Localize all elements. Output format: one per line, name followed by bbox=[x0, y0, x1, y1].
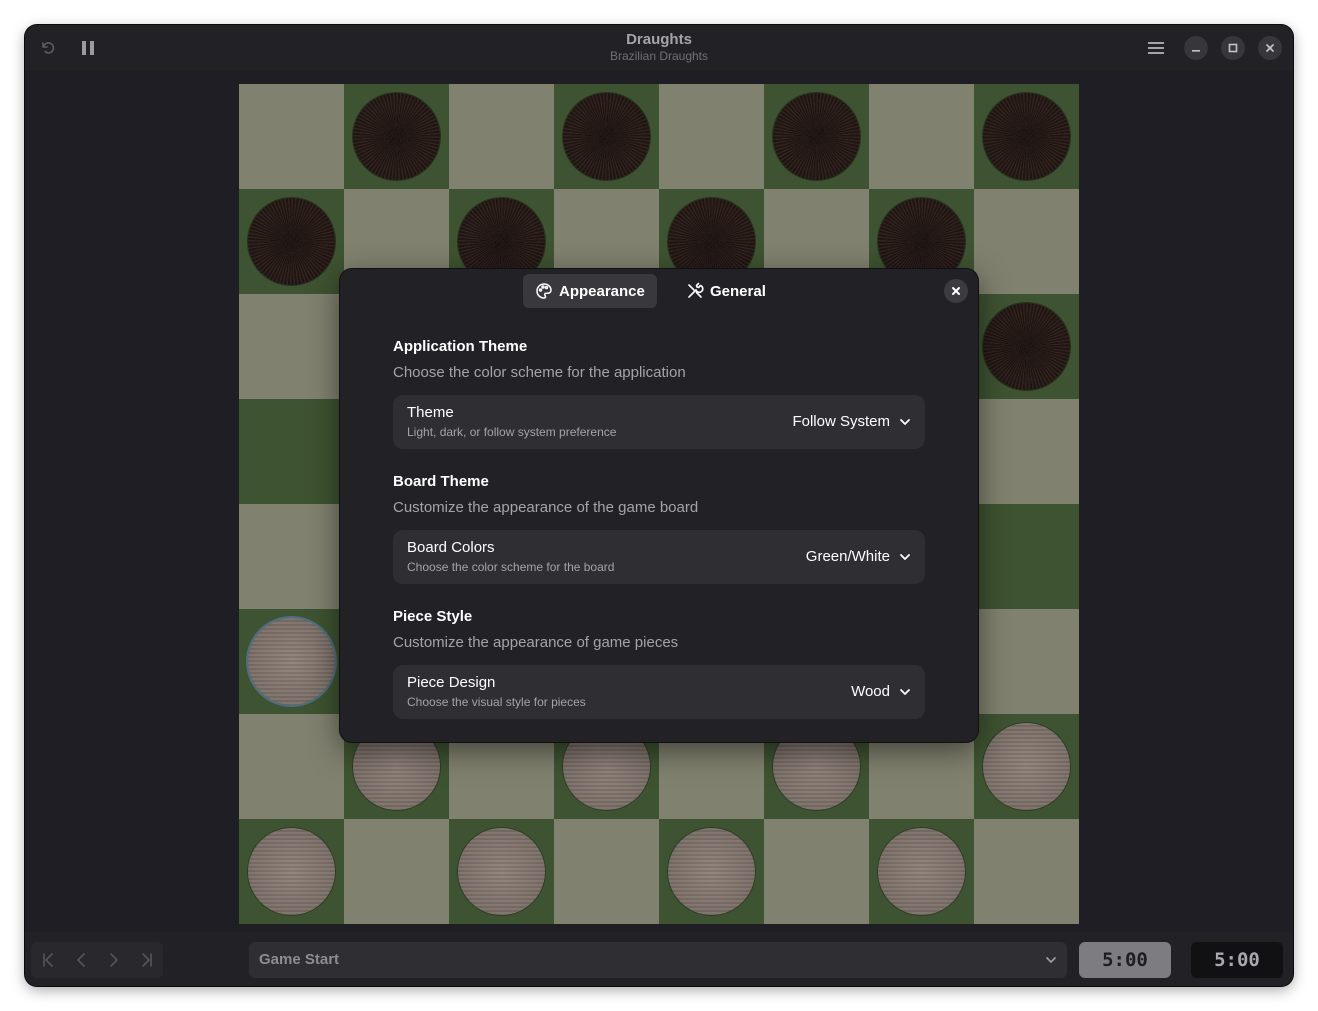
board-square[interactable] bbox=[659, 84, 764, 189]
chevron-down-icon bbox=[900, 689, 910, 695]
board-square[interactable] bbox=[239, 714, 344, 819]
section-title-board-theme: Board Theme bbox=[393, 473, 489, 490]
theme-row[interactable]: Theme Light, dark, or follow system pref… bbox=[393, 395, 925, 449]
selected-light-piece[interactable] bbox=[248, 618, 335, 705]
tab-general-label: General bbox=[710, 282, 766, 300]
hamburger-menu-icon[interactable] bbox=[1146, 38, 1166, 58]
board-square[interactable] bbox=[869, 84, 974, 189]
section-title-piece-style: Piece Style bbox=[393, 608, 473, 625]
player-clock-active: 5:00 bbox=[1079, 942, 1171, 978]
minimize-button[interactable] bbox=[1184, 36, 1208, 60]
go-first-icon bbox=[42, 953, 53, 967]
dark-piece[interactable] bbox=[983, 93, 1070, 180]
preferences-dialog: Appearance General Application Theme Cho… bbox=[340, 269, 978, 742]
section-desc-board-theme: Customize the appearance of the game boa… bbox=[393, 499, 699, 516]
board-square[interactable] bbox=[974, 819, 1079, 924]
board-square[interactable] bbox=[974, 504, 1079, 609]
maximize-button[interactable] bbox=[1221, 36, 1245, 60]
header-bar: Draughts Brazilian Draughts bbox=[25, 25, 1293, 71]
go-last-icon bbox=[141, 953, 152, 967]
theme-row-subtitle: Light, dark, or follow system preference bbox=[407, 425, 617, 439]
window-title: Draughts bbox=[626, 31, 692, 48]
dark-piece[interactable] bbox=[353, 93, 440, 180]
board-square[interactable] bbox=[764, 84, 869, 189]
piece-design-row[interactable]: Piece Design Choose the visual style for… bbox=[393, 665, 925, 719]
dark-piece[interactable] bbox=[773, 93, 860, 180]
go-first-button[interactable] bbox=[31, 942, 64, 978]
piece-design-row-title: Piece Design bbox=[407, 674, 496, 691]
move-history-dropdown[interactable]: Game Start bbox=[249, 942, 1067, 978]
board-colors-dropdown[interactable]: Green/White bbox=[806, 548, 911, 566]
theme-value: Follow System bbox=[792, 413, 890, 430]
window-subtitle: Brazilian Draughts bbox=[609, 49, 709, 63]
board-colors-row-subtitle: Choose the color scheme for the board bbox=[407, 560, 615, 574]
dark-piece[interactable] bbox=[248, 198, 335, 285]
light-piece[interactable] bbox=[668, 828, 755, 915]
board-square[interactable] bbox=[974, 399, 1079, 504]
piece-design-dropdown[interactable]: Wood bbox=[851, 683, 911, 701]
palette-icon bbox=[536, 283, 552, 299]
dialog-close-button[interactable] bbox=[944, 279, 968, 303]
close-button[interactable] bbox=[1258, 36, 1282, 60]
go-next-button[interactable] bbox=[97, 942, 130, 978]
light-piece[interactable] bbox=[458, 828, 545, 915]
minimize-icon bbox=[1192, 50, 1200, 52]
go-last-button[interactable] bbox=[130, 942, 163, 978]
section-desc-application-theme: Choose the color scheme for the applicat… bbox=[393, 364, 686, 381]
move-history-label: Game Start bbox=[259, 951, 340, 968]
board-square[interactable] bbox=[554, 819, 659, 924]
board-colors-row-title: Board Colors bbox=[407, 539, 495, 556]
board-square[interactable] bbox=[239, 819, 344, 924]
bottom-bar: Game Start 5:00 5:00 bbox=[25, 932, 1293, 986]
light-piece[interactable] bbox=[248, 828, 335, 915]
piece-design-value: Wood bbox=[851, 683, 890, 700]
tools-icon bbox=[688, 282, 704, 298]
board-square[interactable] bbox=[554, 84, 659, 189]
close-icon bbox=[1266, 44, 1274, 52]
section-desc-piece-style: Customize the appearance of game pieces bbox=[393, 634, 679, 651]
board-square[interactable] bbox=[659, 819, 764, 924]
close-icon bbox=[952, 287, 960, 295]
board-colors-row[interactable]: Board Colors Choose the color scheme for… bbox=[393, 530, 925, 584]
board-square[interactable] bbox=[974, 84, 1079, 189]
board-colors-value: Green/White bbox=[805, 548, 890, 565]
section-title-application-theme: Application Theme bbox=[393, 338, 528, 355]
board-square[interactable] bbox=[239, 294, 344, 399]
chevron-down-icon bbox=[1046, 957, 1056, 963]
chevron-down-icon bbox=[900, 419, 910, 425]
board-square[interactable] bbox=[344, 819, 449, 924]
light-piece[interactable] bbox=[878, 828, 965, 915]
board-square[interactable] bbox=[764, 819, 869, 924]
dark-piece[interactable] bbox=[983, 303, 1070, 390]
board-square[interactable] bbox=[974, 294, 1079, 399]
board-square[interactable] bbox=[239, 84, 344, 189]
board-square[interactable] bbox=[974, 714, 1079, 819]
tab-appearance[interactable]: Appearance bbox=[523, 274, 657, 308]
board-square[interactable] bbox=[239, 609, 344, 714]
board-square[interactable] bbox=[449, 819, 554, 924]
piece-design-row-subtitle: Choose the visual style for pieces bbox=[407, 695, 586, 709]
window-title-area: Draughts Brazilian Draughts bbox=[25, 30, 1293, 64]
board-square[interactable] bbox=[239, 399, 344, 504]
board-square[interactable] bbox=[239, 189, 344, 294]
board-square[interactable] bbox=[344, 84, 449, 189]
maximize-icon bbox=[1228, 43, 1238, 53]
player-clock-inactive: 5:00 bbox=[1191, 942, 1283, 978]
light-piece[interactable] bbox=[983, 723, 1070, 810]
go-previous-button[interactable] bbox=[64, 942, 97, 978]
board-square[interactable] bbox=[869, 819, 974, 924]
dark-piece[interactable] bbox=[563, 93, 650, 180]
board-square[interactable] bbox=[974, 189, 1079, 294]
tab-general[interactable]: General bbox=[674, 274, 778, 308]
theme-dropdown[interactable]: Follow System bbox=[792, 413, 911, 431]
board-square[interactable] bbox=[449, 84, 554, 189]
theme-row-title: Theme bbox=[407, 404, 454, 421]
go-previous-icon bbox=[76, 953, 85, 967]
chevron-down-icon bbox=[900, 554, 910, 560]
board-square[interactable] bbox=[239, 504, 344, 609]
tab-appearance-label: Appearance bbox=[559, 282, 645, 300]
go-next-icon bbox=[109, 953, 118, 967]
move-navigation bbox=[31, 942, 163, 978]
board-square[interactable] bbox=[974, 609, 1079, 714]
